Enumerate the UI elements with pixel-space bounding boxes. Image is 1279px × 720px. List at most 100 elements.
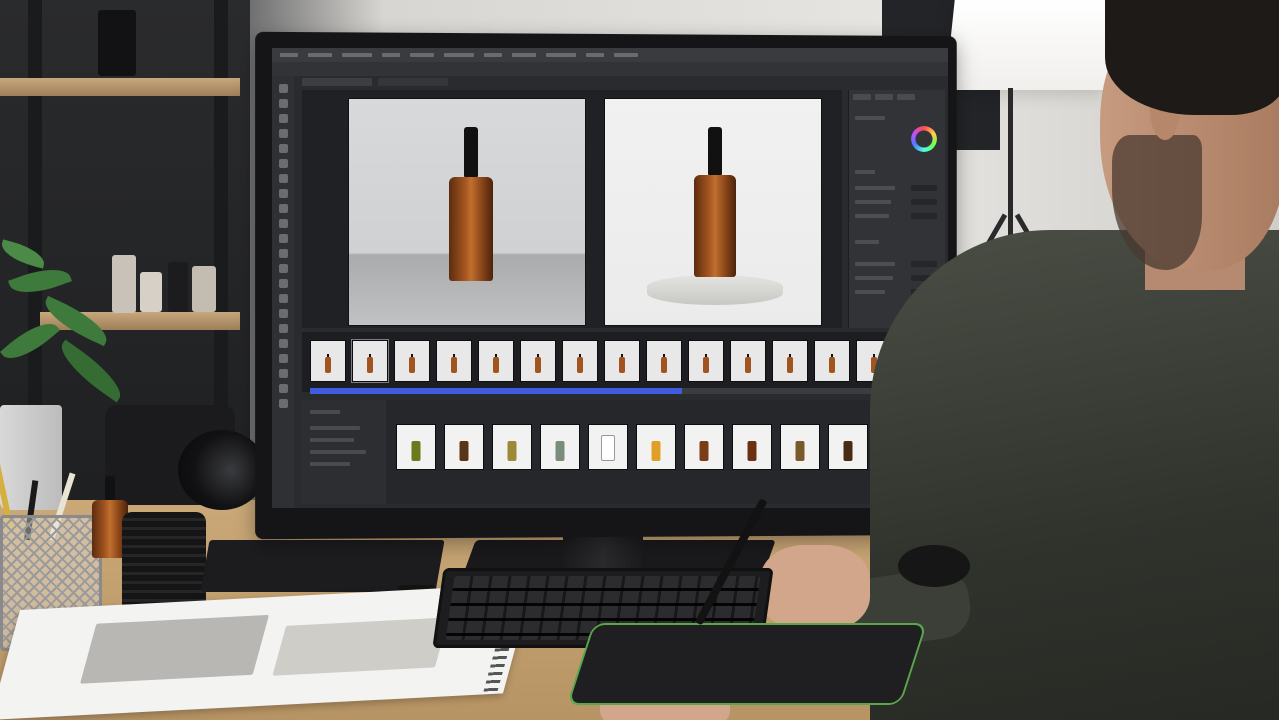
tool-icon[interactable]: [278, 384, 288, 393]
stone-pedestal: [647, 275, 783, 305]
menu-item[interactable]: [484, 53, 502, 57]
tool-icon[interactable]: [278, 114, 288, 123]
catalog-thumbnail[interactable]: [588, 424, 628, 470]
canvas-area[interactable]: [302, 90, 842, 328]
menu-item[interactable]: [546, 53, 576, 57]
catalog-thumbnail[interactable]: [636, 424, 676, 470]
filmstrip-thumbnail[interactable]: [562, 340, 598, 382]
panel-label: [855, 186, 895, 190]
notebook-photo: [80, 614, 270, 684]
color-wheel[interactable]: [911, 126, 937, 152]
photo-after[interactable]: [604, 98, 822, 326]
menu-item[interactable]: [614, 53, 638, 57]
tool-icon[interactable]: [278, 399, 288, 408]
filmstrip-thumbnail[interactable]: [646, 340, 682, 382]
tool-panel: [272, 76, 294, 508]
filmstrip-thumbnail[interactable]: [394, 340, 430, 382]
catalog-thumbnail[interactable]: [828, 424, 868, 470]
tool-icon[interactable]: [278, 369, 288, 378]
menu-item[interactable]: [512, 53, 536, 57]
product-bottle: [843, 441, 853, 461]
tool-icon[interactable]: [278, 174, 288, 183]
panel-tab[interactable]: [897, 94, 915, 100]
catalog-sidebar: [302, 400, 386, 504]
person-hand: [760, 545, 870, 631]
panel-label: [855, 262, 895, 266]
filmstrip-thumbnail[interactable]: [772, 340, 808, 382]
menu-item[interactable]: [342, 53, 372, 57]
tool-icon[interactable]: [278, 249, 288, 258]
panel-label: [855, 170, 875, 174]
catalog-thumbnail[interactable]: [732, 424, 772, 470]
menu-item[interactable]: [308, 53, 332, 57]
tool-icon[interactable]: [278, 189, 288, 198]
document-tab[interactable]: [302, 78, 372, 86]
sidebar-label: [310, 450, 366, 454]
filmstrip-thumbnail[interactable]: [436, 340, 472, 382]
timeline-track[interactable]: [310, 388, 930, 394]
tool-icon[interactable]: [278, 354, 288, 363]
menu-item[interactable]: [382, 53, 400, 57]
shelf-jar: [140, 16, 166, 76]
tool-icon[interactable]: [278, 84, 288, 93]
thumbnail-bottle: [367, 357, 373, 373]
tool-icon[interactable]: [278, 234, 288, 243]
panel-tab[interactable]: [875, 94, 893, 100]
sidebar-label: [310, 426, 360, 430]
panel-value-field[interactable]: [911, 185, 937, 191]
product-bottle: [411, 441, 421, 461]
filmstrip-thumbnail[interactable]: [730, 340, 766, 382]
filmstrip-thumbnail[interactable]: [352, 340, 388, 382]
menu-item[interactable]: [586, 53, 604, 57]
product-bottle: [555, 441, 565, 461]
catalog-row: [396, 424, 948, 470]
tool-icon[interactable]: [278, 129, 288, 138]
menu-item[interactable]: [410, 53, 434, 57]
tool-icon[interactable]: [278, 264, 288, 273]
document-tab[interactable]: [378, 78, 448, 86]
sidebar-label: [310, 410, 340, 414]
tool-icon[interactable]: [278, 159, 288, 168]
filmstrip-thumbnail[interactable]: [688, 340, 724, 382]
thumbnail-bottle: [577, 357, 583, 373]
catalog-thumbnail[interactable]: [492, 424, 532, 470]
catalog-thumbnail[interactable]: [684, 424, 724, 470]
menu-item[interactable]: [444, 53, 474, 57]
catalog-thumbnail[interactable]: [396, 424, 436, 470]
shelf-bottle: [168, 262, 188, 312]
filmstrip-thumbnail[interactable]: [520, 340, 556, 382]
thumbnail-bottle: [535, 357, 541, 373]
filmstrip-thumbnail[interactable]: [478, 340, 514, 382]
tool-icon[interactable]: [278, 204, 288, 213]
panel-value-field[interactable]: [911, 199, 937, 205]
catalog-thumbnail[interactable]: [444, 424, 484, 470]
tool-icon[interactable]: [278, 99, 288, 108]
tool-icon[interactable]: [278, 309, 288, 318]
tool-icon[interactable]: [278, 339, 288, 348]
options-bar: [272, 62, 948, 76]
mouse: [898, 545, 970, 587]
menu-bar: [272, 48, 948, 62]
timeline-progress: [310, 388, 682, 394]
shelf-bottle: [112, 255, 136, 313]
panel-label: [855, 276, 893, 280]
catalog-thumbnail[interactable]: [540, 424, 580, 470]
thumbnail-bottle: [325, 357, 331, 373]
sidebar-label: [310, 438, 354, 442]
tool-icon[interactable]: [278, 144, 288, 153]
photo-before[interactable]: [348, 98, 586, 326]
person-hair: [1105, 0, 1279, 115]
thumbnail-bottle: [829, 357, 835, 373]
tool-icon[interactable]: [278, 324, 288, 333]
tool-icon[interactable]: [278, 294, 288, 303]
filmstrip-thumbnail[interactable]: [604, 340, 640, 382]
catalog-thumbnail[interactable]: [780, 424, 820, 470]
tool-icon[interactable]: [278, 279, 288, 288]
tool-icon[interactable]: [278, 219, 288, 228]
menu-item[interactable]: [280, 53, 298, 57]
filmstrip-thumbnail[interactable]: [310, 340, 346, 382]
panel-tab[interactable]: [853, 94, 871, 100]
panel-value-field[interactable]: [911, 213, 937, 219]
panel-value-field[interactable]: [911, 261, 937, 267]
filmstrip-thumbnail[interactable]: [814, 340, 850, 382]
